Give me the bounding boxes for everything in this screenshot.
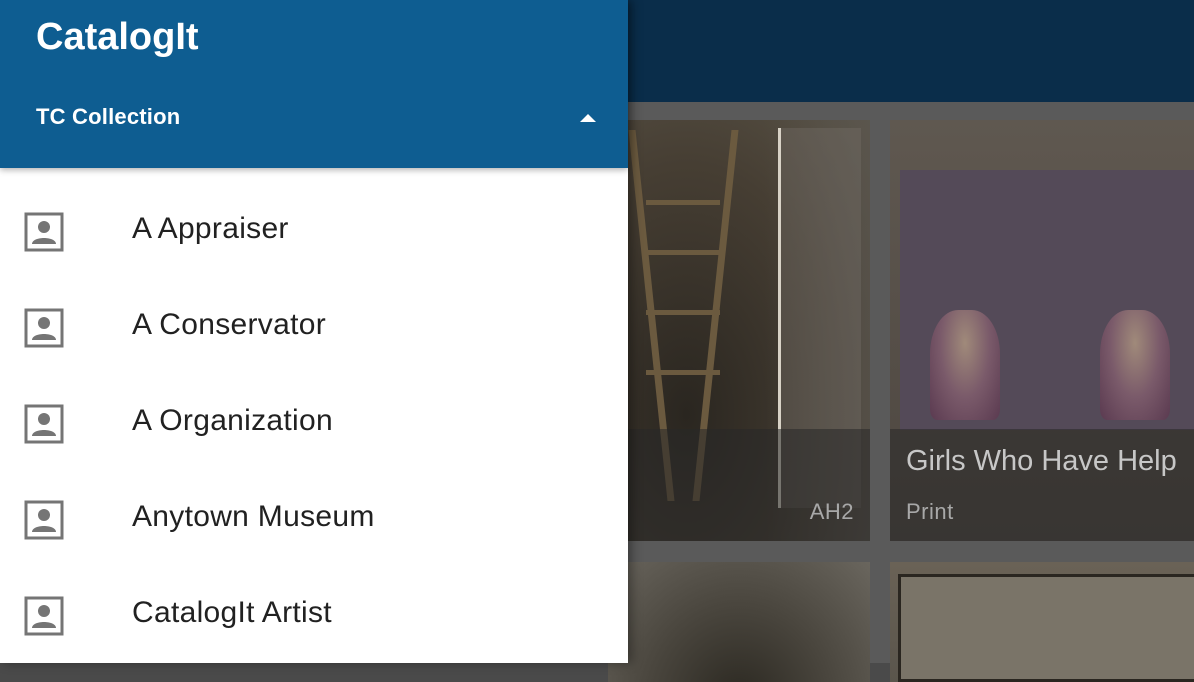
contact-card-icon — [24, 212, 64, 252]
collection-selector[interactable]: TC Collection — [0, 92, 628, 144]
grid-card[interactable]: AH2 — [608, 120, 870, 541]
drawer-item-a-conservator[interactable]: A Conservator — [0, 280, 628, 376]
card-image — [890, 562, 1194, 682]
contact-card-icon — [24, 596, 64, 636]
drawer-item-label: A Organization — [132, 404, 333, 437]
card-image — [608, 562, 870, 682]
app-title: CatalogIt — [36, 16, 199, 58]
grid-card[interactable]: Girls Who Have Help Print — [890, 120, 1194, 541]
drawer-item-label: A Appraiser — [132, 212, 289, 245]
card-code: AH2 — [809, 499, 854, 524]
drawer-item-a-appraiser[interactable]: A Appraiser — [0, 184, 628, 280]
drawer-item-label: Anytown Museum — [132, 500, 375, 533]
collection-label: TC Collection — [36, 104, 181, 129]
card-caption: Girls Who Have Help Print — [890, 429, 1194, 541]
drawer-item-a-organization[interactable]: A Organization — [0, 376, 628, 472]
card-title: Girls Who Have Help — [906, 445, 1177, 477]
drawer-item-catalogit-artist[interactable]: CatalogIt Artist — [0, 568, 628, 664]
contact-card-icon — [24, 308, 64, 348]
caret-up-icon — [580, 114, 596, 122]
contact-card-icon — [24, 404, 64, 444]
card-caption: AH2 — [608, 429, 870, 541]
grid-card[interactable] — [890, 562, 1194, 682]
navigation-drawer: CatalogIt TC Collection A Appraiser A Co… — [0, 0, 628, 663]
drawer-header: CatalogIt TC Collection — [0, 0, 628, 168]
contact-card-icon — [24, 500, 64, 540]
card-subtitle: Print — [906, 499, 954, 524]
drawer-item-label: CatalogIt Artist — [132, 596, 332, 629]
drawer-item-label: A Conservator — [132, 308, 326, 341]
grid-card[interactable] — [608, 562, 870, 682]
drawer-item-anytown-museum[interactable]: Anytown Museum — [0, 472, 628, 568]
